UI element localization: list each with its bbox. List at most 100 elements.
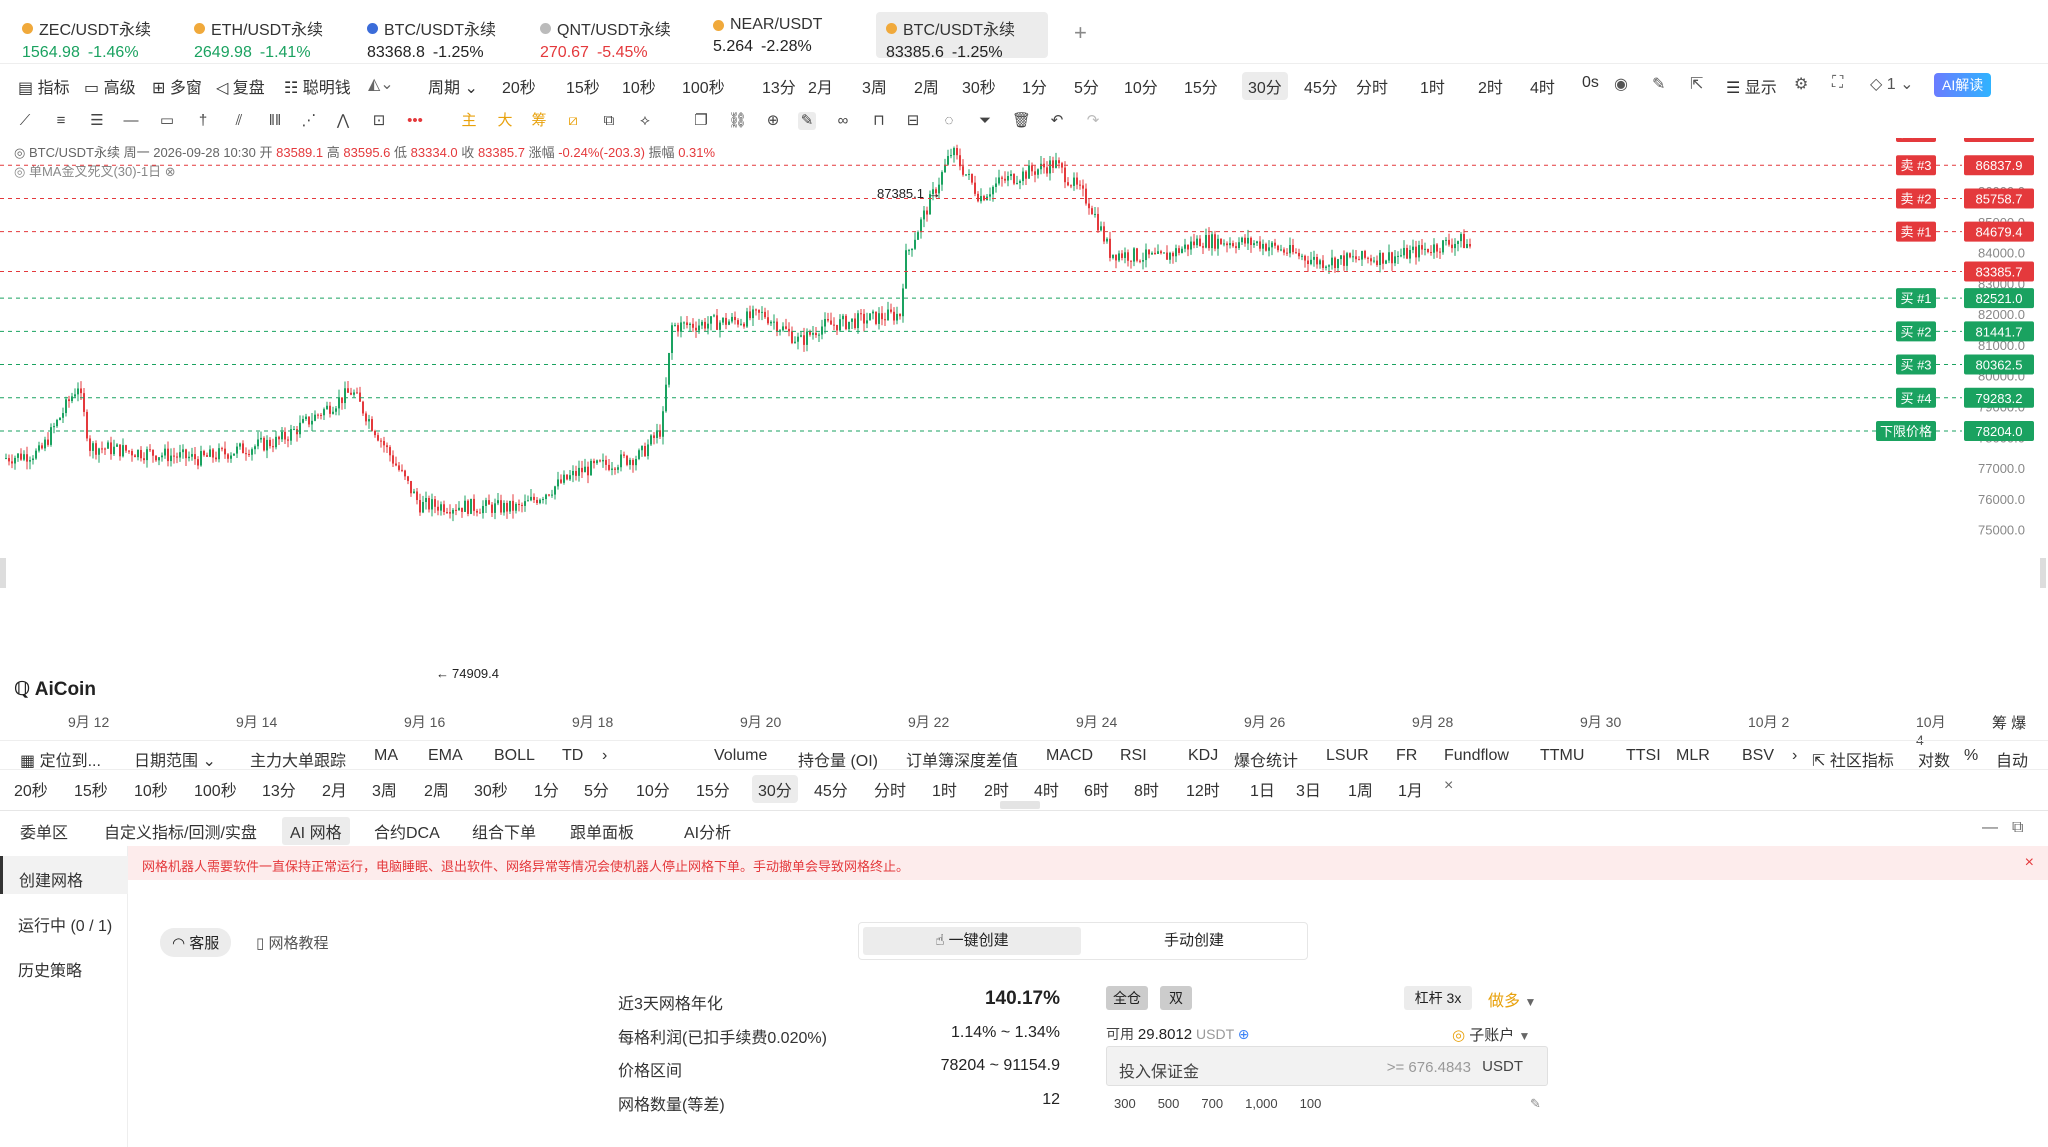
lock-icon[interactable]: ⊓ <box>870 112 888 130</box>
tab-qnt[interactable]: QNT/USDT永续 270.67 -5.45% <box>530 12 681 61</box>
period-13[interactable]: 30分 <box>1242 72 1288 100</box>
tab-zec[interactable]: ZEC/USDT永续 1564.98 -1.46% <box>12 12 161 61</box>
period-bar-9[interactable]: 1分 <box>534 777 559 801</box>
minimize-icon[interactable]: — <box>1982 819 1998 837</box>
preset-100[interactable]: 100 <box>1300 1096 1322 1111</box>
log-scale-button[interactable]: 对数 <box>1918 747 1950 771</box>
period-1[interactable]: 15秒 <box>566 74 600 98</box>
tab-btc[interactable]: BTC/USDT永续 83368.8 -1.25% <box>357 12 506 61</box>
magnet-icon[interactable]: ∞ <box>834 112 852 130</box>
side-dropdown[interactable]: 做多 ▼ <box>1488 987 1536 1011</box>
expand-icon[interactable]: ⧉ <box>2012 819 2023 837</box>
period-bar-5[interactable]: 2月 <box>322 777 347 801</box>
period-bar-13[interactable]: 30分 <box>752 775 798 803</box>
filter-icon[interactable]: ⏷ <box>976 112 994 130</box>
indicator-2[interactable]: EMA <box>428 747 463 765</box>
visibility-icon[interactable]: ◌ <box>940 112 958 130</box>
period-11[interactable]: 10分 <box>1124 74 1158 98</box>
panel-tab-3[interactable]: 合约DCA <box>374 819 440 843</box>
preset-700[interactable]: 700 <box>1201 1096 1223 1111</box>
delete-icon[interactable]: 🗑 <box>1012 112 1031 130</box>
add-circle-icon[interactable]: ⊕ <box>1238 1026 1250 1042</box>
hline-tool-icon[interactable]: ≡ <box>52 112 70 130</box>
layer-count-dropdown[interactable]: ◇ 1 ⌄ <box>1870 74 1914 94</box>
preset-1000[interactable]: 1,000 <box>1245 1096 1278 1111</box>
period-5[interactable]: 2月 <box>808 74 833 98</box>
support-button[interactable]: ◠ 客服 <box>160 928 232 957</box>
tab-near[interactable]: NEAR/USDT 5.264 -2.28% <box>703 12 832 58</box>
link-icon[interactable]: ⛓ <box>728 112 747 130</box>
period-7[interactable]: 2周 <box>914 74 939 98</box>
resize-handle[interactable] <box>1000 801 1040 809</box>
undo-icon[interactable]: ↶ <box>1048 112 1066 130</box>
cross-margin-button[interactable]: 全仓 <box>1106 986 1148 1010</box>
indicator2-9[interactable]: Fundflow <box>1444 747 1509 765</box>
period-bar-17[interactable]: 2时 <box>984 777 1009 801</box>
panel-tab-0[interactable]: 委单区 <box>20 819 68 843</box>
indicator2-1[interactable]: 持仓量 (OI) <box>798 747 878 771</box>
period-bar-18[interactable]: 4时 <box>1034 777 1059 801</box>
price-chart[interactable]: 86000.085000.084000.083000.082000.081000… <box>0 138 2048 738</box>
main-label-button[interactable]: 主 <box>460 112 478 130</box>
dot-tool-icon[interactable]: ••• <box>406 112 424 130</box>
indicator2-13[interactable]: BSV <box>1742 747 1774 765</box>
indicator-3[interactable]: BOLL <box>494 747 535 765</box>
display-button[interactable]: ☰ 显示 <box>1726 74 1777 98</box>
period-15[interactable]: 分时 <box>1356 74 1388 98</box>
indicator2-10[interactable]: TTMU <box>1540 747 1584 765</box>
period-bar-10[interactable]: 5分 <box>584 777 609 801</box>
one-click-create-button[interactable]: ☝ 一键创建 <box>863 927 1081 955</box>
vertical-line-icon[interactable]: † <box>194 112 212 130</box>
preset-300[interactable]: 300 <box>1114 1096 1136 1111</box>
period-16[interactable]: 1时 <box>1420 74 1445 98</box>
pencil-icon[interactable]: ✎ <box>1652 74 1665 94</box>
dual-mode-button[interactable]: 双 <box>1160 986 1192 1010</box>
indicator2-8[interactable]: FR <box>1396 747 1417 765</box>
indicator2-12[interactable]: MLR <box>1676 747 1710 765</box>
copy-icon[interactable]: ❐ <box>692 112 710 130</box>
big-label-button[interactable]: 大 <box>496 112 514 130</box>
close-period-icon[interactable]: × <box>1444 777 1453 795</box>
period-6[interactable]: 3周 <box>862 74 887 98</box>
wave-tool-icon[interactable]: ⋀ <box>334 112 352 130</box>
period-4[interactable]: 13分 <box>762 74 796 98</box>
period-8[interactable]: 30秒 <box>962 74 996 98</box>
zoom-icon[interactable]: ⊕ <box>764 112 782 130</box>
period-bar-24[interactable]: 1周 <box>1348 777 1373 801</box>
multi-line-tool-icon[interactable]: ☰ <box>88 112 106 130</box>
period-bar-16[interactable]: 1时 <box>932 777 957 801</box>
nav-create-grid[interactable]: 创建网格 <box>0 856 128 894</box>
period-14[interactable]: 45分 <box>1304 74 1338 98</box>
indicator-1[interactable]: MA <box>374 747 398 765</box>
rectangle-tool-icon[interactable]: ▭ <box>158 112 176 130</box>
period-18[interactable]: 4时 <box>1530 74 1555 98</box>
manual-create-button[interactable]: 手动创建 <box>1085 927 1303 955</box>
line-tool-icon[interactable]: ⟋ <box>16 112 34 130</box>
indicator2-7[interactable]: LSUR <box>1326 747 1369 765</box>
indicator2-11[interactable]: TTSI <box>1626 747 1661 765</box>
period-0[interactable]: 20秒 <box>502 74 536 98</box>
left-scroll-handle[interactable] <box>0 558 6 588</box>
indicator-4[interactable]: TD <box>562 747 583 765</box>
panel-tab-1[interactable]: 自定义指标/回测/实盘 <box>104 819 257 843</box>
text-tool-icon[interactable]: ⊡ <box>370 112 388 130</box>
tab-eth[interactable]: ETH/USDT永续 2649.98 -1.41% <box>184 12 333 61</box>
period-bar-19[interactable]: 6时 <box>1084 777 1109 801</box>
close-warning-icon[interactable]: × <box>2025 854 2034 872</box>
period-12[interactable]: 15分 <box>1184 74 1218 98</box>
fib-tool-icon[interactable]: ‖‖ <box>266 112 284 130</box>
draw-pen-icon[interactable]: ✎ <box>798 112 816 130</box>
nav-history[interactable]: 历史策略 <box>18 957 82 981</box>
period-bar-11[interactable]: 10分 <box>636 777 670 801</box>
period-2[interactable]: 10秒 <box>622 74 656 98</box>
community-indicators-button[interactable]: ⇱ 社区指标 <box>1812 747 1894 771</box>
period-10[interactable]: 5分 <box>1074 74 1099 98</box>
period-bar-8[interactable]: 30秒 <box>474 777 508 801</box>
period-bar-21[interactable]: 12时 <box>1186 777 1220 801</box>
measure-icon[interactable]: ⧉ <box>600 112 618 130</box>
right-scroll-handle[interactable] <box>2040 558 2046 588</box>
camera-icon[interactable]: ◉ <box>1614 74 1628 94</box>
period-bar-4[interactable]: 13分 <box>262 777 296 801</box>
indicator2-3[interactable]: MACD <box>1046 747 1093 765</box>
chip-label-button[interactable]: 筹 <box>530 112 548 130</box>
